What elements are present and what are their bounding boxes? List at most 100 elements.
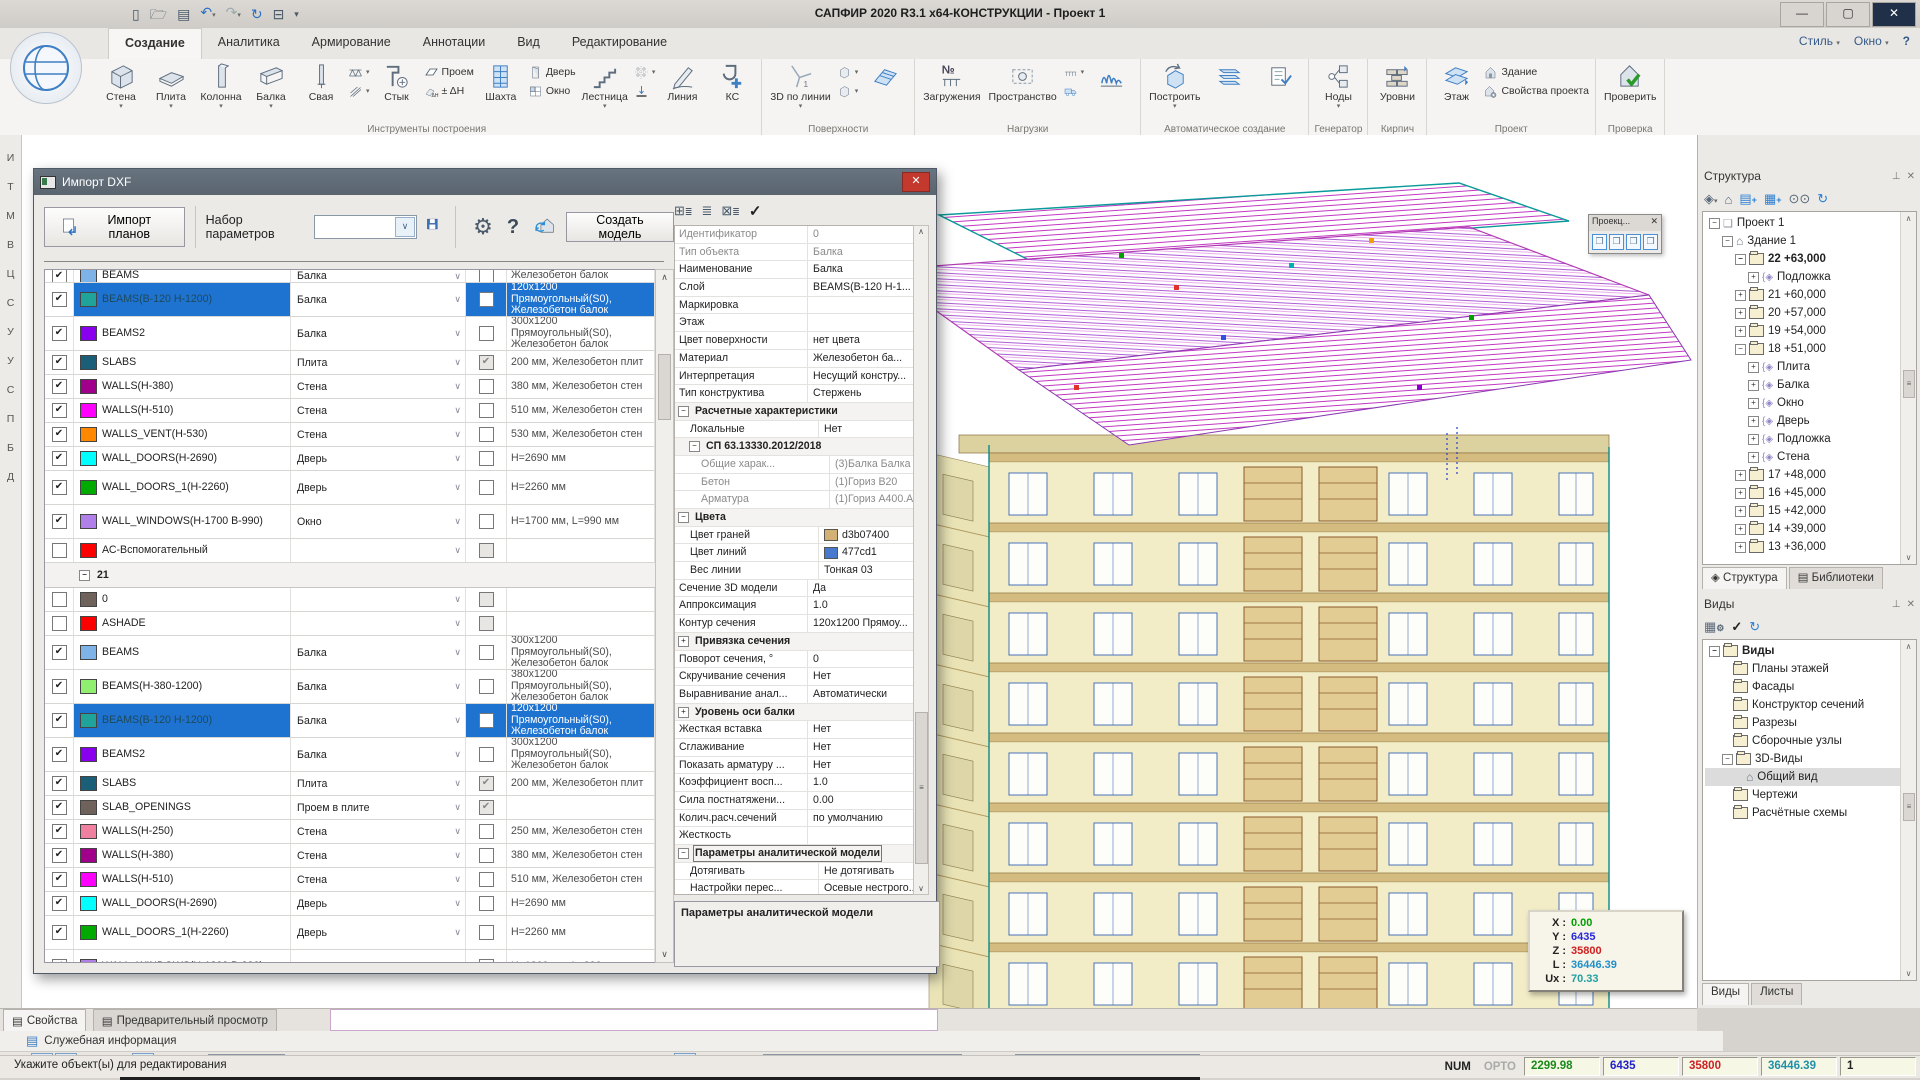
layer-row[interactable]: АС-Вспомогательный∨: [45, 539, 655, 563]
tab-libraries[interactable]: ▤ Библиотеки: [1789, 567, 1883, 589]
ribbon-mini-button[interactable]: ▾: [835, 63, 861, 81]
tree-item[interactable]: Разрезы: [1705, 714, 1916, 732]
prop-row[interactable]: Маркировка: [675, 297, 913, 315]
ribbon-tab-Аннотации[interactable]: Аннотации: [407, 28, 501, 59]
layer-type-dropdown[interactable]: Окно∨: [291, 950, 466, 963]
layer-row[interactable]: ✔BEAMSБалка∨300x1200 Прямоугольный(S0), …: [45, 636, 655, 670]
layer-type-dropdown[interactable]: Балка∨: [291, 270, 466, 282]
prop-row[interactable]: Цвет поверхностинет цвета: [675, 332, 913, 350]
prop-row[interactable]: Этаж: [675, 314, 913, 332]
checkbox-unchecked[interactable]: [479, 679, 494, 694]
prop-row[interactable]: Арматура(1)Гориз А400.А4...: [675, 491, 913, 509]
prop-group-row[interactable]: −Цвета: [675, 509, 913, 527]
layer-row[interactable]: ✔WALLS_VENT(H-530)Стена∨530 мм, Железобе…: [45, 423, 655, 447]
layer-row[interactable]: ✔BEAMS2Балка∨300x1200 Прямоугольный(S0),…: [45, 738, 655, 772]
checkbox-checked[interactable]: ✔: [52, 326, 67, 341]
checkbox-unchecked[interactable]: [479, 403, 494, 418]
tree-item[interactable]: −❏Проект 1: [1705, 214, 1916, 232]
checkbox-unchecked[interactable]: [479, 872, 494, 887]
ribbon-tab-Вид[interactable]: Вид: [501, 28, 556, 59]
checkbox-unchecked[interactable]: [479, 292, 494, 307]
checkbox-checked[interactable]: ✔: [52, 514, 67, 529]
prop-value[interactable]: нет цвета: [808, 332, 913, 349]
layer-row[interactable]: 0∨: [45, 588, 655, 612]
layer-type-dropdown[interactable]: Стена∨: [291, 844, 466, 867]
projection-top-icon[interactable]: ❒: [1592, 234, 1607, 250]
ribbon-button[interactable]: Стык: [372, 60, 422, 122]
layer-type-dropdown[interactable]: Дверь∨: [291, 471, 466, 504]
layer-row[interactable]: ✔WALLS(H-510)Стена∨510 мм, Железобетон с…: [45, 399, 655, 423]
ribbon-button[interactable]: [860, 60, 910, 122]
redo-icon[interactable]: ↷▾: [224, 2, 243, 26]
checkbox-checked[interactable]: ✔: [52, 872, 67, 887]
ribbon-button[interactable]: Стена▾: [96, 60, 146, 122]
checkbox-unchecked[interactable]: [479, 713, 494, 728]
tree-scrollbar[interactable]: ∧≡∨: [1900, 212, 1916, 564]
checkbox-checked[interactable]: ✔: [52, 427, 67, 442]
open-folder-icon[interactable]: 🗁: [148, 4, 169, 24]
layer-row[interactable]: ✔WALLS(H-510)Стена∨510 мм, Железобетон с…: [45, 868, 655, 892]
save-params-icon[interactable]: [425, 216, 445, 238]
prop-row[interactable]: СлойBEAMS(B-120 Н-1...: [675, 279, 913, 297]
tree-scrollbar[interactable]: ∧≡∨: [1900, 640, 1916, 980]
prop-row[interactable]: Сечение 3D моделиДа: [675, 580, 913, 598]
checkbox-checked[interactable]: ✔: [52, 270, 67, 282]
checkbox-checked[interactable]: ✔: [52, 379, 67, 394]
ribbon-mini-button[interactable]: ▾: [632, 63, 658, 81]
prop-value[interactable]: Балка: [808, 261, 913, 278]
checkbox-checked[interactable]: ✔: [52, 747, 67, 762]
ribbon-mini-button[interactable]: Свойства проекта: [1481, 82, 1590, 100]
tree-item[interactable]: +15 +42,000: [1705, 502, 1916, 520]
tree-item[interactable]: Чертежи: [1705, 786, 1916, 804]
prop-row[interactable]: Цвет линий477cd1: [675, 544, 913, 562]
ribbon-button[interactable]: Проверить: [1600, 60, 1661, 122]
prop-row[interactable]: Показать арматуру ...Нет: [675, 757, 913, 775]
checkbox-unchecked[interactable]: [479, 925, 494, 940]
tree-item[interactable]: −Виды: [1705, 642, 1916, 660]
layer-type-dropdown[interactable]: ∨: [291, 612, 466, 635]
tree-item[interactable]: +20 +57,000: [1705, 304, 1916, 322]
checkbox-checked[interactable]: ✔: [52, 848, 67, 863]
add-view-icon[interactable]: ▦+: [1764, 191, 1782, 207]
service-info-row[interactable]: ▤ Служебная информация: [0, 1031, 1723, 1051]
layer-group-row[interactable]: −21: [45, 563, 655, 588]
prop-value[interactable]: Да: [808, 580, 913, 597]
layer-row[interactable]: ✔WALL_DOORS_1(H-2260)Дверь∨H=2260 мм: [45, 471, 655, 505]
measure-icon[interactable]: ⊟: [271, 4, 287, 24]
ribbon-tab-Аналитика[interactable]: Аналитика: [202, 28, 296, 59]
prop-row[interactable]: Аппроксимация1.0: [675, 597, 913, 615]
ribbon-tab-Создание[interactable]: Создание: [108, 28, 202, 59]
checkbox-unchecked[interactable]: [479, 427, 494, 442]
ribbon-button[interactable]: Уровни: [1372, 60, 1422, 122]
ribbon-button[interactable]: Свая: [296, 60, 346, 122]
layer-type-dropdown[interactable]: Дверь∨: [291, 892, 466, 915]
ribbon-tab-Редактирование[interactable]: Редактирование: [556, 28, 683, 59]
prop-row[interactable]: Выравнивание анал...Автоматически: [675, 686, 913, 704]
ribbon-button[interactable]: Ноды▾: [1313, 60, 1363, 122]
prop-value[interactable]: 1.0: [808, 597, 913, 614]
layer-row[interactable]: ✔WALL_DOORS(H-2690)Дверь∨H=2690 мм: [45, 447, 655, 471]
checkbox-unchecked[interactable]: [479, 824, 494, 839]
status-toggle[interactable]: ОРТО: [1479, 1061, 1521, 1073]
checkbox-unchecked[interactable]: [479, 451, 494, 466]
projection-iso-icon[interactable]: ❒: [1643, 234, 1658, 250]
prop-row[interactable]: Колич.расч.сеченийпо умолчанию: [675, 810, 913, 828]
pin-icon[interactable]: ⊥: [1892, 171, 1901, 182]
ribbon-button[interactable]: КС: [707, 60, 757, 122]
prop-value[interactable]: Железобетон ба...: [808, 350, 913, 367]
add-print-icon[interactable]: ▤+: [1739, 191, 1757, 207]
layer-type-dropdown[interactable]: Плита∨: [291, 772, 466, 795]
status-toggle[interactable]: NUM: [1440, 1061, 1476, 1073]
undo-icon[interactable]: ↶▾: [198, 2, 217, 26]
help-menu[interactable]: ?: [1903, 34, 1910, 48]
checkbox-unchecked[interactable]: [479, 896, 494, 911]
prop-value[interactable]: Нет: [808, 757, 913, 774]
layer-row[interactable]: ✔WALL_DOORS_1(H-2260)Дверь∨H=2260 мм: [45, 916, 655, 950]
prop-value[interactable]: (1)Гориз В20: [830, 474, 913, 491]
prop-row[interactable]: ДотягиватьНе дотягивать: [675, 863, 913, 881]
layer-row[interactable]: ✔BEAMS(H-380-1200)Балка∨380x1200 Прямоуг…: [45, 670, 655, 704]
list-view-icon[interactable]: ≣: [701, 203, 712, 219]
projection-side-icon[interactable]: ❒: [1626, 234, 1641, 250]
prop-value[interactable]: Осевые нестрого...: [819, 880, 913, 895]
ribbon-button[interactable]: 3D по линии▾: [766, 60, 834, 122]
